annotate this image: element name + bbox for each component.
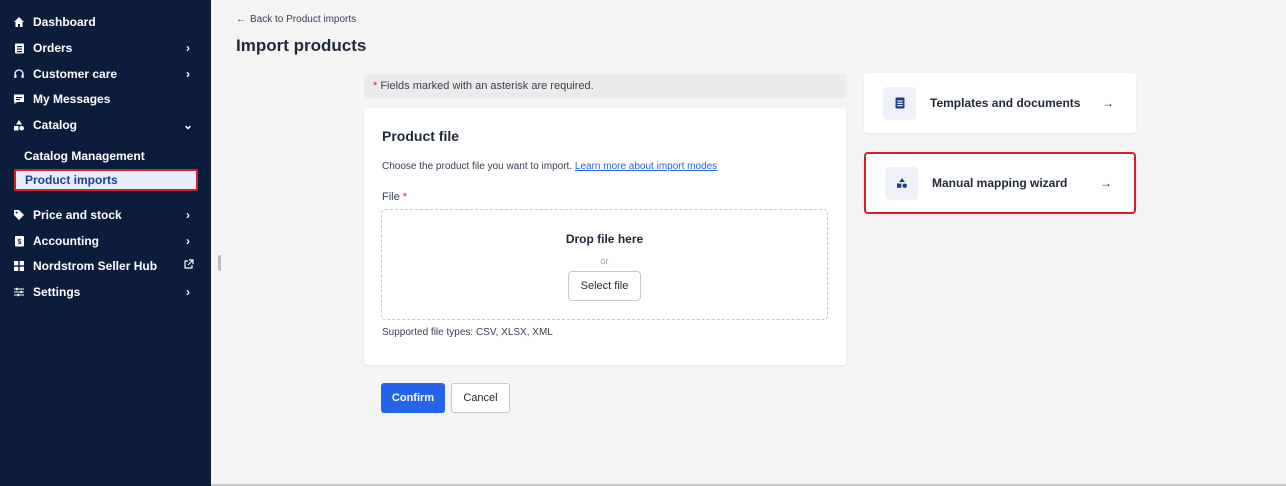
arrow-left-icon: ←: [236, 14, 246, 25]
card-title: Product file: [382, 128, 460, 144]
description-text: Choose the product file you want to impo…: [382, 161, 575, 172]
sidebar-item-dashboard[interactable]: Dashboard: [0, 10, 211, 34]
manual-mapping-wizard-card[interactable]: Manual mapping wizard →: [864, 152, 1136, 214]
sidebar-item-price-and-stock[interactable]: Price and stock ›: [0, 203, 211, 227]
sidebar-item-orders[interactable]: Orders ›: [0, 36, 211, 60]
back-link-label: Back to Product imports: [250, 14, 357, 25]
sidebar-item-label: Customer care: [33, 67, 118, 81]
drop-or: or: [600, 256, 609, 266]
sidebar-item-label: Price and stock: [33, 208, 122, 222]
sidebar-item-label: Orders: [33, 41, 73, 55]
sidebar-resize-handle[interactable]: [218, 255, 221, 271]
sidebar-item-label: Dashboard: [33, 15, 96, 29]
sidebar-item-settings[interactable]: Settings ›: [0, 280, 211, 304]
sidebar-item-customer-care[interactable]: Customer care ›: [0, 62, 211, 86]
required-fields-note: * Fields marked with an asterisk are req…: [364, 74, 846, 98]
chevron-right-icon: ›: [186, 234, 190, 248]
required-asterisk: *: [402, 191, 408, 203]
headset-icon: [12, 67, 26, 81]
sliders-icon: [12, 285, 26, 299]
sidebar-item-label: My Messages: [33, 92, 111, 106]
svg-text:$: $: [17, 239, 21, 246]
sidebar-item-accounting[interactable]: $ Accounting ›: [0, 229, 211, 253]
card-description: Choose the product file you want to impo…: [382, 161, 717, 172]
sidebar-item-my-messages[interactable]: My Messages: [0, 87, 211, 111]
chevron-right-icon: ›: [186, 67, 190, 81]
home-icon: [12, 15, 26, 29]
sidebar-item-catalog-management[interactable]: Catalog Management: [24, 149, 145, 163]
confirm-button[interactable]: Confirm: [381, 383, 445, 413]
document-icon: [883, 86, 916, 120]
sidebar-item-label: Accounting: [33, 234, 99, 248]
message-icon: [12, 92, 26, 106]
sidebar-item-product-imports[interactable]: Product imports: [14, 169, 198, 191]
sidebar-item-catalog[interactable]: Catalog ⌄: [0, 113, 211, 137]
sidebar-item-label: Nordstrom Seller Hub: [33, 259, 158, 273]
side-card-label: Manual mapping wizard: [932, 176, 1068, 190]
sidebar-item-label: Catalog: [33, 118, 78, 132]
clipboard-icon: [12, 41, 26, 55]
learn-more-link[interactable]: Learn more about import modes: [575, 161, 717, 172]
sidebar: Dashboard Orders › Customer care › My Me…: [0, 0, 211, 486]
sidebar-item-label: Settings: [33, 285, 81, 299]
templates-and-documents-card[interactable]: Templates and documents →: [864, 73, 1136, 133]
arrow-right-icon: →: [1100, 176, 1112, 190]
chevron-right-icon: ›: [186, 41, 190, 55]
file-dropzone[interactable]: Drop file here or Select file: [381, 209, 828, 320]
shapes-icon: [885, 166, 918, 200]
chevron-right-icon: ›: [186, 208, 190, 222]
file-label-text: File: [382, 191, 403, 203]
page-title: Import products: [236, 36, 367, 55]
supported-file-types: Supported file types: CSV, XLSX, XML: [382, 327, 553, 338]
arrow-right-icon: →: [1102, 96, 1114, 110]
accounting-icon: $: [12, 234, 26, 248]
sidebar-item-nordstrom-seller-hub[interactable]: Nordstrom Seller Hub: [0, 254, 211, 278]
side-card-label: Templates and documents: [930, 96, 1081, 110]
select-file-button[interactable]: Select file: [568, 271, 641, 301]
cancel-button[interactable]: Cancel: [451, 383, 510, 413]
chevron-right-icon: ›: [186, 285, 190, 299]
catalog-icon: [12, 118, 26, 132]
file-field-label: File *: [382, 191, 407, 203]
grid-icon: [12, 259, 26, 273]
required-note-text: Fields marked with an asterisk are requi…: [377, 80, 594, 92]
external-link-icon: [181, 259, 195, 273]
product-file-card: Product file Choose the product file you…: [364, 108, 846, 365]
tag-icon: [12, 208, 26, 222]
chevron-down-icon: ⌄: [182, 118, 194, 132]
drop-title: Drop file here: [565, 232, 644, 246]
back-link[interactable]: ← Back to Product imports: [236, 14, 356, 25]
